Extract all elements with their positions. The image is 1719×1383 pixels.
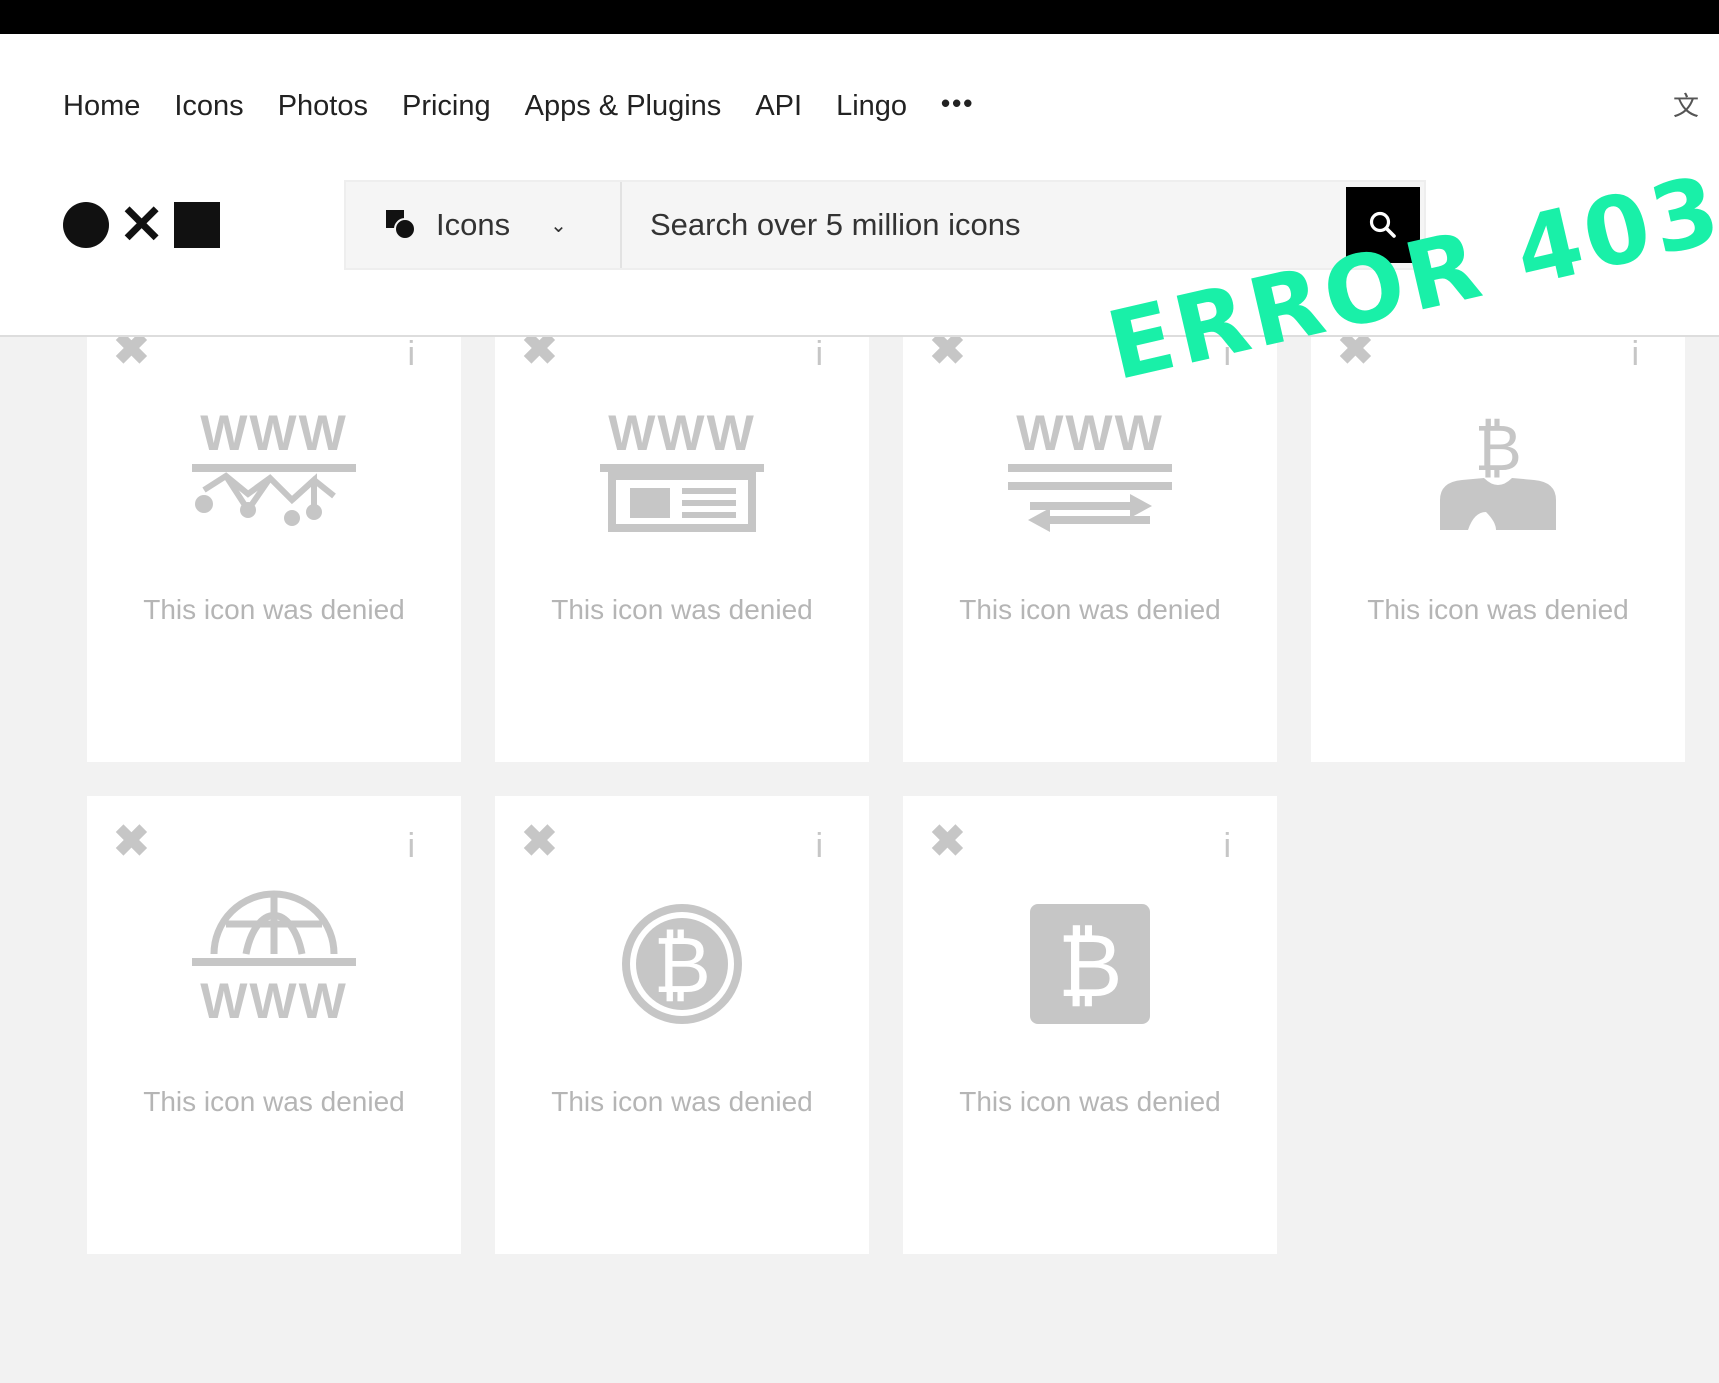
icon-card[interactable]: ✖ i WWW This icon was denied [903,337,1277,762]
search-type-dropdown[interactable]: Icons ⌄ [346,182,622,268]
bitcoin-coin-icon: ₿ [622,904,742,1024]
bitcoin-square-icon: ₿ [1030,904,1150,1024]
svg-text:₿: ₿ [1474,412,1521,484]
svg-text:WWW: WWW [1016,405,1164,461]
denied-message: This icon was denied [551,1086,813,1117]
info-icon[interactable]: i [1223,826,1231,866]
nav-apps-plugins[interactable]: Apps & Plugins [525,90,722,123]
svg-text:WWW: WWW [608,405,756,461]
svg-text:WWW: WWW [200,973,348,1029]
logo[interactable]: ✕ [63,195,221,255]
info-icon[interactable]: i [407,337,415,374]
denied-x-icon[interactable]: ✖ [929,820,966,864]
denied-x-icon[interactable]: ✖ [929,337,966,372]
nav-icons[interactable]: Icons [174,90,243,123]
icon-card[interactable]: ✖ i WWW This icon was denied [87,796,461,1254]
icon-card[interactable]: ✖ i WWW This icon was denied [87,337,461,762]
denied-message: This icon was denied [959,1086,1221,1117]
icon-card[interactable]: ✖ i WWW This icon was denied [495,337,869,762]
top-nav: Home Icons Photos Pricing Apps & Plugins… [63,88,1008,123]
translate-icon[interactable]: ⽂ [1673,86,1699,123]
denied-x-icon[interactable]: ✖ [521,337,558,372]
info-icon[interactable]: i [407,826,415,866]
page: Home Icons Photos Pricing Apps & Plugins… [0,34,1719,1383]
icon-card[interactable]: ✖ i ₿ This icon was denied [903,796,1277,1254]
logo-circle-icon [63,202,109,248]
denied-message: This icon was denied [959,594,1221,625]
nav-home[interactable]: Home [63,90,140,123]
svg-text:₿: ₿ [1057,916,1122,1015]
denied-x-icon[interactable]: ✖ [521,820,558,864]
www-network-icon: WWW [192,405,356,526]
info-icon[interactable]: i [815,826,823,866]
nav-lingo[interactable]: Lingo [836,90,907,123]
search-input[interactable] [622,182,1346,268]
bitcoin-person-icon: ₿ [1440,412,1556,530]
shapes-icon [386,210,416,240]
nav-api[interactable]: API [755,90,802,123]
denied-x-icon[interactable]: ✖ [113,337,150,372]
nav-photos[interactable]: Photos [278,90,368,123]
denied-x-icon[interactable]: ✖ [113,820,150,864]
denied-message: This icon was denied [551,594,813,625]
nav-pricing[interactable]: Pricing [402,90,491,123]
denied-message: This icon was denied [143,1086,405,1117]
svg-text:WWW: WWW [200,405,348,461]
nav-more-button[interactable]: ••• [941,88,974,119]
www-browser-icon: WWW [600,405,764,532]
icon-card[interactable]: ✖ i ₿ This icon was denied [1311,337,1685,762]
logo-square-icon [174,202,221,248]
search-bar: Icons ⌄ [344,180,1426,270]
icon-card[interactable]: ✖ i ₿ This icon was denied [495,796,869,1254]
info-icon[interactable]: i [815,337,823,374]
denied-message: This icon was denied [143,594,405,625]
screen-frame: Home Icons Photos Pricing Apps & Plugins… [0,0,1719,1383]
denied-message: This icon was denied [1367,594,1629,625]
chevron-down-icon: ⌄ [550,214,567,237]
svg-text:₿: ₿ [653,921,711,1009]
www-globe-icon: WWW [192,890,356,1029]
info-icon[interactable]: i [1631,337,1639,374]
www-transfer-icon: WWW [1008,405,1172,532]
logo-cross-icon: ✕ [119,195,165,255]
search-type-label: Icons [436,207,511,242]
icon-grid: ✖ i WWW This icon was denied ✖ i WWW Thi… [0,337,1719,1383]
